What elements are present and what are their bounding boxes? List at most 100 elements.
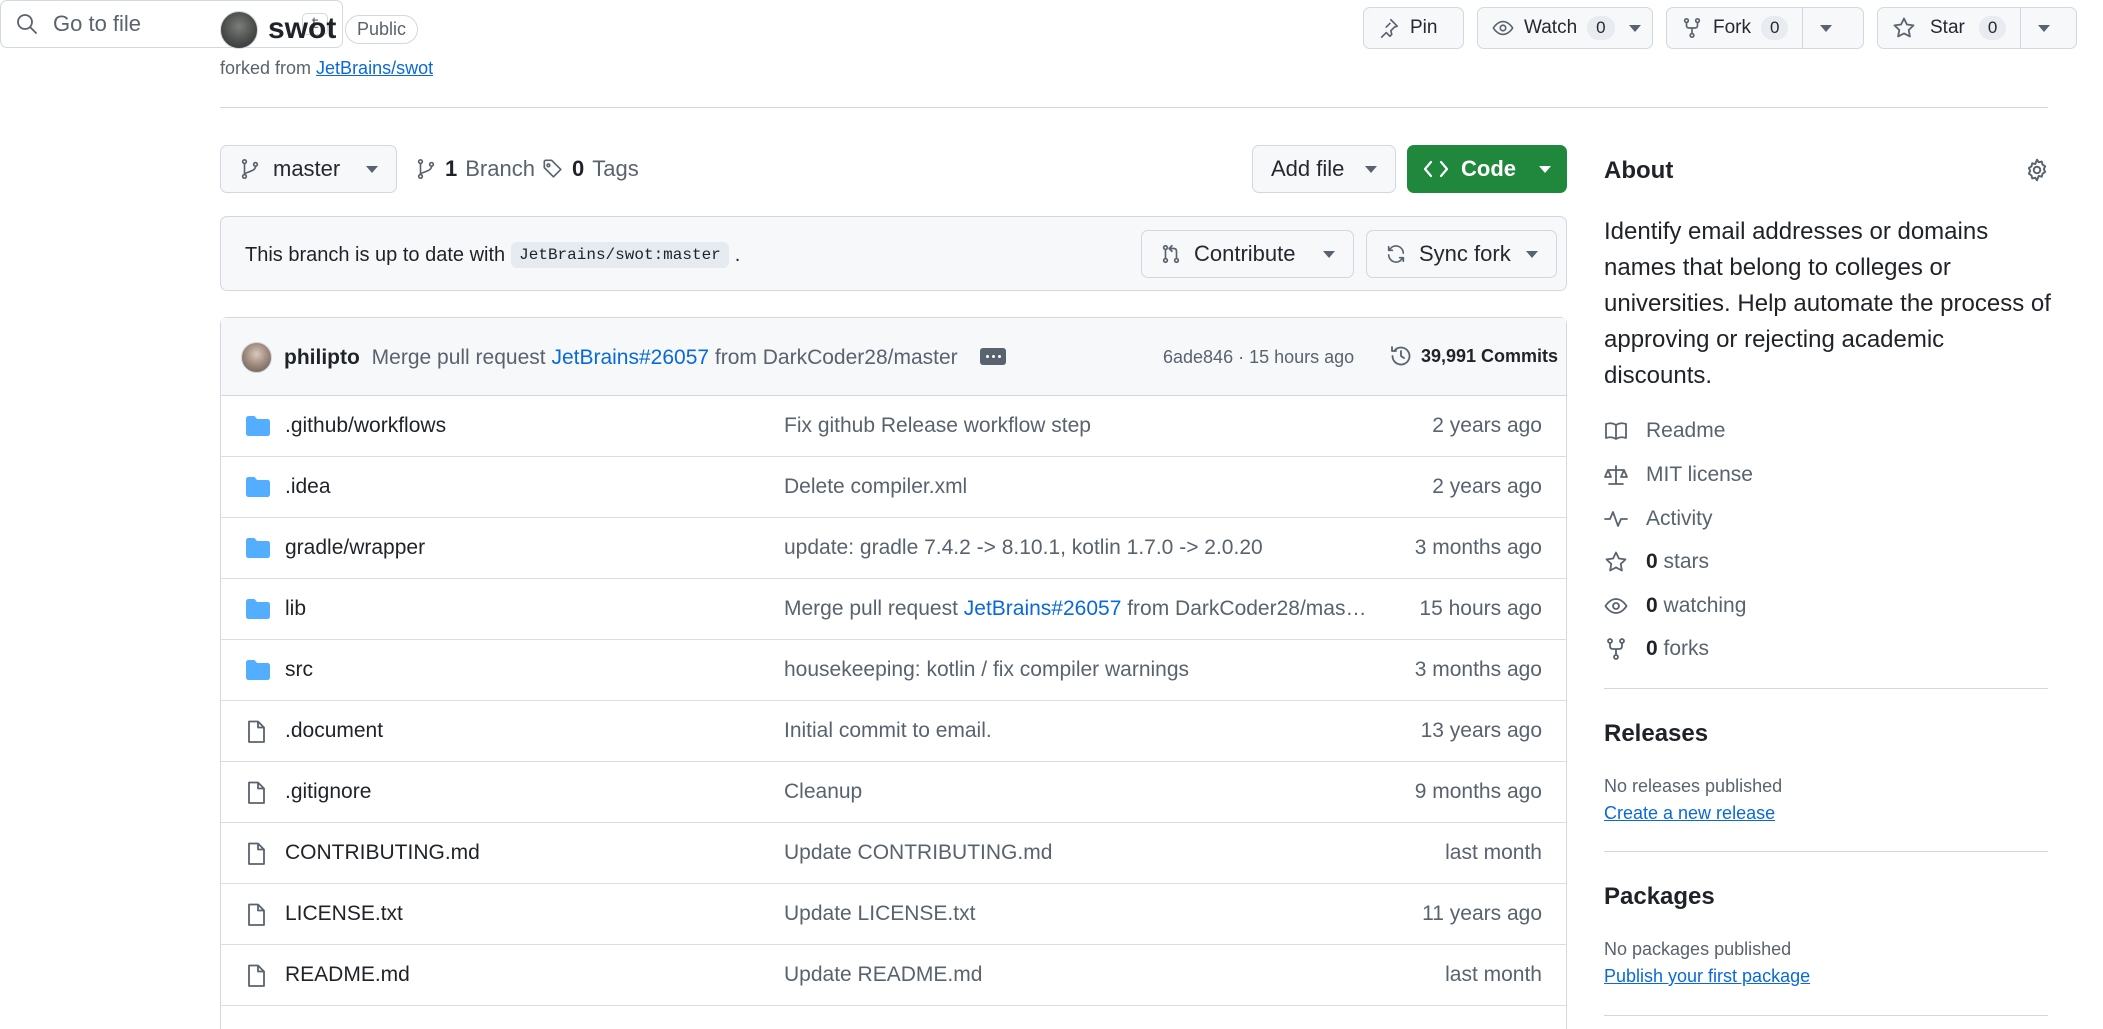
watch-button[interactable]: Watch 0 bbox=[1477, 7, 1653, 49]
file-commit-suffix[interactable]: from DarkCoder28/mas… bbox=[1121, 597, 1366, 620]
file-commit-message[interactable]: Update LICENSE.txt bbox=[784, 902, 975, 926]
file-commit-text[interactable]: Fix github Release workflow step bbox=[784, 414, 1091, 437]
tags-link[interactable]: 0 Tags bbox=[542, 156, 639, 182]
star-dropdown[interactable] bbox=[2020, 8, 2066, 48]
caret-down-icon bbox=[1323, 250, 1335, 258]
file-row[interactable]: src housekeeping: kotlin / fix compiler w… bbox=[221, 640, 1566, 701]
file-row[interactable]: LICENSE.txt Update LICENSE.txt 11 years ag… bbox=[221, 884, 1566, 945]
watching-link[interactable]: 0 watching bbox=[1604, 594, 1746, 618]
file-name[interactable]: gradle/wrapper bbox=[285, 536, 425, 560]
file-row[interactable]: .document Initial commit to email. 13 year… bbox=[221, 701, 1566, 762]
activity-link[interactable]: Activity bbox=[1604, 507, 1713, 531]
commits-count: 39,991 Commits bbox=[1421, 345, 1559, 366]
gear-icon[interactable] bbox=[2024, 157, 2050, 183]
license-link[interactable]: MIT license bbox=[1604, 463, 1753, 487]
file-commit-message[interactable]: Update README.md bbox=[784, 963, 982, 987]
star-button[interactable]: Star 0 bbox=[1877, 7, 2077, 49]
code-button[interactable]: Code bbox=[1407, 145, 1567, 193]
branch-select-button[interactable]: master bbox=[220, 145, 397, 193]
upstream-ref[interactable]: JetBrains/swot:master bbox=[511, 242, 729, 268]
file-commit-message[interactable]: Cleanup bbox=[784, 780, 862, 804]
file-commit-date: 13 years ago bbox=[1420, 719, 1542, 742]
forked-from-link[interactable]: JetBrains/swot bbox=[316, 58, 433, 78]
watching-count: 0 bbox=[1646, 594, 1658, 617]
commit-author-avatar[interactable] bbox=[241, 342, 272, 373]
file-row[interactable]: gradle/wrapper update: gradle 7.4.2 -> 8.… bbox=[221, 518, 1566, 579]
file-commit-date: 11 years ago bbox=[1422, 902, 1542, 925]
watch-dropdown[interactable] bbox=[1621, 8, 1649, 48]
forked-from: forked from JetBrains/swot bbox=[220, 58, 433, 79]
stars-label: stars bbox=[1663, 550, 1710, 573]
folder-icon bbox=[246, 416, 270, 436]
file-commit-text[interactable]: housekeeping: kotlin / fix compiler warn… bbox=[784, 658, 1189, 681]
file-name[interactable]: LICENSE.txt bbox=[285, 902, 403, 926]
file-commit-text[interactable]: Update LICENSE.txt bbox=[784, 902, 975, 925]
sync-fork-label: Sync fork bbox=[1419, 241, 1511, 266]
releases-heading[interactable]: Releases bbox=[1604, 720, 1708, 748]
add-file-button[interactable]: Add file bbox=[1252, 145, 1396, 193]
file-row[interactable]: .idea Delete compiler.xml 2 years ago bbox=[221, 457, 1566, 518]
file-row[interactable]: .github/workflows Fix github Release work… bbox=[221, 396, 1566, 457]
pin-button[interactable]: Pin bbox=[1363, 7, 1464, 49]
file-name[interactable]: .github/workflows bbox=[285, 414, 446, 438]
readme-link[interactable]: Readme bbox=[1604, 419, 1725, 443]
file-commit-text[interactable]: Delete compiler.xml bbox=[784, 475, 967, 498]
fork-button[interactable]: Fork 0 bbox=[1666, 7, 1864, 49]
caret-down-icon bbox=[1365, 165, 1377, 173]
file-commit-text[interactable]: Update README.md bbox=[784, 963, 982, 986]
commits-history-link[interactable]: 39,991 Commits bbox=[1389, 344, 1558, 368]
file-commit-message[interactable]: housekeeping: kotlin / fix compiler warn… bbox=[784, 658, 1189, 682]
file-commit-message[interactable]: Fix github Release workflow step bbox=[784, 414, 1091, 438]
fork-icon bbox=[1683, 18, 1701, 38]
publish-package-link[interactable]: Publish your first package bbox=[1604, 966, 1810, 987]
file-name[interactable]: src bbox=[285, 658, 313, 682]
file-row[interactable]: CONTRIBUTING.md Update CONTRIBUTING.md las… bbox=[221, 823, 1566, 884]
branches-link[interactable]: 1 Branch bbox=[415, 156, 535, 182]
file-name[interactable]: .idea bbox=[285, 475, 331, 499]
tag-icon bbox=[543, 159, 562, 178]
file-commit-text[interactable]: update: gradle 7.4.2 -> 8.10.1, kotlin 1… bbox=[784, 536, 1263, 559]
eye-icon bbox=[1492, 20, 1514, 36]
file-commit-text[interactable]: Initial commit to email. bbox=[784, 719, 992, 742]
commit-message-prefix[interactable]: Merge pull request bbox=[372, 346, 546, 369]
contribute-button[interactable]: Contribute bbox=[1141, 230, 1354, 278]
expand-commit-message-icon[interactable] bbox=[980, 348, 1006, 365]
file-row[interactable]: README.md Update README.md last month bbox=[221, 945, 1566, 1006]
file-commit-text[interactable]: Cleanup bbox=[784, 780, 862, 803]
file-name[interactable]: lib bbox=[285, 597, 306, 621]
commit-pr-link[interactable]: JetBrains#26057 bbox=[551, 346, 709, 369]
file-name[interactable]: .gitignore bbox=[285, 780, 371, 804]
file-commit-pr-link[interactable]: JetBrains#26057 bbox=[964, 597, 1122, 620]
file-commit-message[interactable]: update: gradle 7.4.2 -> 8.10.1, kotlin 1… bbox=[784, 536, 1263, 560]
file-commit-message[interactable]: Merge pull request JetBrains#26057 from … bbox=[784, 597, 1366, 621]
file-icon bbox=[248, 903, 265, 926]
file-name[interactable]: .document bbox=[285, 719, 383, 743]
repo-name[interactable]: swot bbox=[268, 12, 336, 46]
file-commit-message[interactable]: Initial commit to email. bbox=[784, 719, 992, 743]
star-icon bbox=[1893, 17, 1915, 38]
sync-fork-button[interactable]: Sync fork bbox=[1366, 230, 1557, 278]
commit-meta[interactable]: 6ade846 · 15 hours ago bbox=[1163, 347, 1354, 368]
file-commit-date: 9 months ago bbox=[1414, 780, 1542, 803]
code-icon bbox=[1423, 160, 1449, 178]
file-name[interactable]: README.md bbox=[285, 963, 410, 987]
folder-icon bbox=[246, 599, 270, 619]
forks-link[interactable]: 0 forks bbox=[1604, 637, 1709, 661]
watch-count: 0 bbox=[1587, 16, 1615, 40]
file-row[interactable]: .gitignore Cleanup 9 months ago bbox=[221, 762, 1566, 823]
repo-owner-avatar[interactable] bbox=[220, 11, 258, 49]
file-commit-text[interactable]: Update CONTRIBUTING.md bbox=[784, 841, 1052, 864]
commit-message-suffix[interactable]: from DarkCoder28/master bbox=[715, 346, 958, 369]
book-icon bbox=[1605, 422, 1627, 440]
file-commit-message[interactable]: Update CONTRIBUTING.md bbox=[784, 841, 1052, 865]
file-commit-text[interactable]: Merge pull request bbox=[784, 597, 964, 620]
fork-dropdown[interactable] bbox=[1802, 8, 1848, 48]
file-name[interactable]: CONTRIBUTING.md bbox=[285, 841, 480, 865]
file-commit-message[interactable]: Delete compiler.xml bbox=[784, 475, 967, 499]
stars-link[interactable]: 0 stars bbox=[1604, 550, 1709, 574]
file-row[interactable]: lib Merge pull request JetBrains#26057 fr… bbox=[221, 579, 1566, 640]
create-release-link[interactable]: Create a new release bbox=[1604, 803, 1775, 824]
packages-heading[interactable]: Packages bbox=[1604, 883, 1715, 911]
file-icon bbox=[248, 964, 265, 987]
commit-author[interactable]: philipto bbox=[284, 346, 360, 369]
